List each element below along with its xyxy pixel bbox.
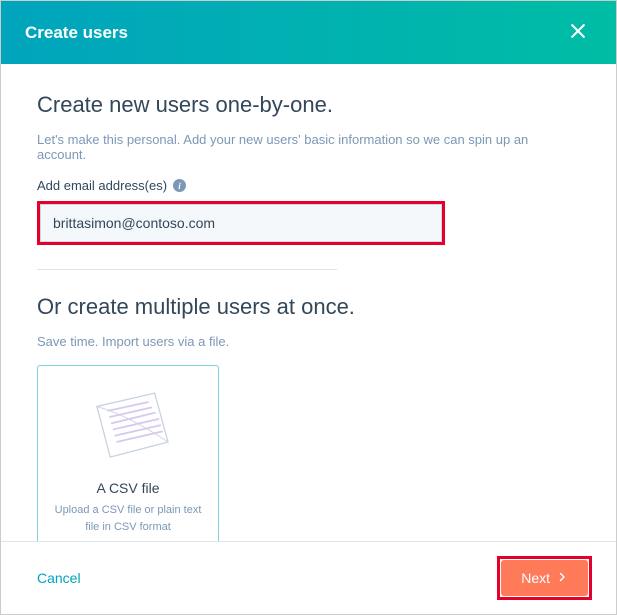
divider xyxy=(37,269,337,270)
email-input-highlight xyxy=(37,201,445,245)
modal-header: Create users xyxy=(1,1,616,64)
csv-card-description: Upload a CSV file or plain text file in … xyxy=(52,502,204,535)
chevron-right-icon xyxy=(556,570,568,586)
modal-content: Create new users one-by-one. Let's make … xyxy=(1,64,616,541)
info-icon[interactable]: i xyxy=(173,179,186,192)
email-field-label: Add email address(es) xyxy=(37,178,167,193)
section-one-subtext: Let's make this personal. Add your new u… xyxy=(37,132,580,162)
email-input[interactable] xyxy=(40,204,442,242)
close-icon xyxy=(568,21,588,44)
section-one-heading: Create new users one-by-one. xyxy=(37,92,580,118)
modal-title: Create users xyxy=(25,23,128,43)
next-button[interactable]: Next xyxy=(501,560,588,596)
email-label-row: Add email address(es) i xyxy=(37,178,580,193)
csv-upload-card[interactable]: A CSV file Upload a CSV file or plain te… xyxy=(37,365,219,541)
next-button-highlight: Next xyxy=(497,556,592,600)
close-button[interactable] xyxy=(564,17,592,48)
modal-footer: Cancel Next xyxy=(1,541,616,614)
create-users-modal: Create users Create new users one-by-one… xyxy=(0,0,617,615)
csv-file-icon xyxy=(73,386,183,466)
section-two-heading: Or create multiple users at once. xyxy=(37,294,580,320)
section-two-subtext: Save time. Import users via a file. xyxy=(37,334,580,349)
next-button-label: Next xyxy=(521,570,550,586)
csv-card-title: A CSV file xyxy=(52,480,204,496)
cancel-button[interactable]: Cancel xyxy=(25,562,93,594)
